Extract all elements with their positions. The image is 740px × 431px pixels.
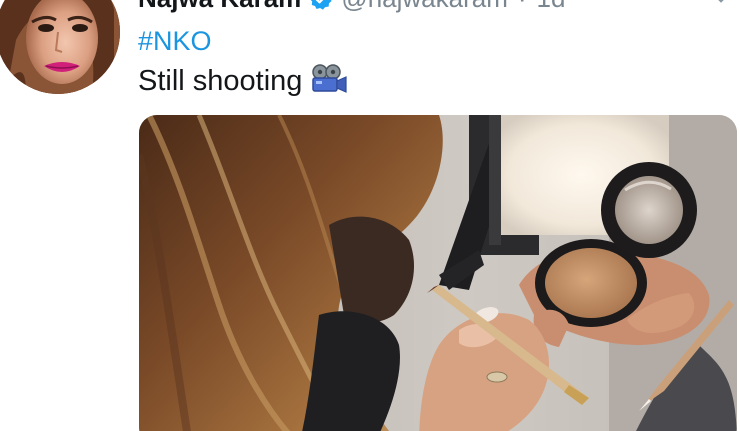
tweet-header: Najwa Karam @najwakaram · 1d — [138, 0, 565, 13]
display-name[interactable]: Najwa Karam — [138, 0, 301, 13]
tweet-media-photo[interactable] — [139, 115, 737, 431]
tweet-text: Still shooting — [138, 64, 348, 98]
photo-makeup-compact-icon — [139, 115, 737, 431]
tweet-card[interactable]: Najwa Karam @najwakaram · 1d #NKO Still sho… — [0, 0, 740, 431]
separator-dot: · — [518, 0, 527, 13]
chevron-down-icon[interactable] — [712, 0, 730, 4]
profile-photo-icon — [0, 0, 120, 94]
author-handle[interactable]: @najwakaram — [341, 0, 508, 13]
verified-badge-icon — [309, 0, 333, 11]
hashtag-link[interactable]: #NKO — [138, 25, 212, 57]
tweet-timestamp[interactable]: 1d — [537, 0, 566, 13]
avatar[interactable] — [0, 0, 120, 94]
movie-camera-icon — [310, 64, 348, 94]
tweet-text-content: Still shooting — [138, 65, 303, 97]
